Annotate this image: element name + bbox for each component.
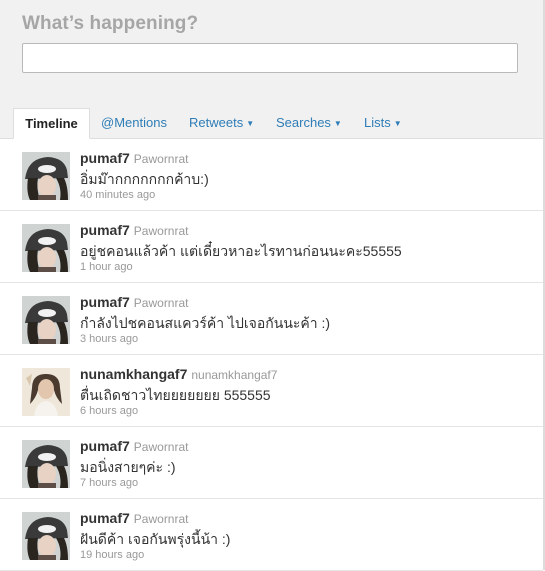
tweet-item: nunamkhangaf7 nunamkhangaf7 ตื่นเถิดชาวไท… <box>0 355 543 427</box>
tweet-text: ฝันดีค้า เจอกันพรุ่งนี้น้า :) <box>80 531 231 547</box>
tweet-full-name: Pawornrat <box>133 440 189 454</box>
tab-label: Lists <box>364 115 391 130</box>
tweet-screen-name[interactable]: pumaf7 Pawornrat <box>80 150 189 166</box>
tweet-screen-name[interactable]: pumaf7 Pawornrat <box>80 510 189 526</box>
screen-name-text: pumaf7 <box>80 222 130 238</box>
tweet-screen-name[interactable]: pumaf7 Pawornrat <box>80 222 189 238</box>
tweet-timestamp[interactable]: 6 hours ago <box>80 405 138 417</box>
screen-name-text: pumaf7 <box>80 150 130 166</box>
caret-down-icon: ▼ <box>246 119 255 128</box>
tweet-full-name: Pawornrat <box>133 152 189 166</box>
tab-label: @Mentions <box>101 115 167 130</box>
tweet-screen-name[interactable]: pumaf7 Pawornrat <box>80 294 189 310</box>
tab-searches[interactable]: Searches ▼ <box>276 108 342 138</box>
tab-label: Retweets <box>189 115 244 130</box>
tab-mentions[interactable]: @Mentions <box>101 108 167 138</box>
compose-heading: What’s happening? <box>22 13 199 34</box>
tab-label: Searches <box>276 115 331 130</box>
tweet-item: pumaf7 Pawornrat มอนิ่งสายๆค่ะ :) 7 hours… <box>0 427 543 499</box>
tab-timeline[interactable]: Timeline <box>13 108 90 139</box>
avatar[interactable] <box>22 296 70 344</box>
screen-name-text: nunamkhangaf7 <box>80 366 188 382</box>
tweet-item: pumaf7 Pawornrat อยู่ชคอนแล้วค้า แต่เดี๋ย… <box>0 211 543 283</box>
screen-name-text: pumaf7 <box>80 294 130 310</box>
avatar[interactable] <box>22 368 70 416</box>
tweet-timestamp[interactable]: 1 hour ago <box>80 261 133 273</box>
tweet-full-name: Pawornrat <box>133 224 189 238</box>
tweet-timestamp[interactable]: 7 hours ago <box>80 477 138 489</box>
tweet-timestamp[interactable]: 40 minutes ago <box>80 189 155 201</box>
tab-retweets[interactable]: Retweets ▼ <box>189 108 254 138</box>
screen-name-text: pumaf7 <box>80 510 130 526</box>
tweet-full-name: nunamkhangaf7 <box>191 368 278 382</box>
avatar[interactable] <box>22 440 70 488</box>
tweet-timestamp[interactable]: 19 hours ago <box>80 549 144 561</box>
caret-down-icon: ▼ <box>393 119 402 128</box>
avatar[interactable] <box>22 512 70 560</box>
tweet-text: กำลังไปชคอนสแควร์ค้า ไปเจอกันนะค้า :) <box>80 315 331 331</box>
tab-label: Timeline <box>25 116 78 131</box>
tweet-full-name: Pawornrat <box>133 512 189 526</box>
tweet-full-name: Pawornrat <box>133 296 189 310</box>
tweet-item: pumaf7 Pawornrat กำลังไปชคอนสแควร์ค้า ไปเ… <box>0 283 543 355</box>
tweet-item: pumaf7 Pawornrat ฝันดีค้า เจอกันพรุ่งนี้น… <box>0 499 543 571</box>
screen-name-text: pumaf7 <box>80 438 130 454</box>
tweet-text: มอนิ่งสายๆค่ะ :) <box>80 459 176 475</box>
tweet-screen-name[interactable]: nunamkhangaf7 nunamkhangaf7 <box>80 366 277 382</box>
avatar[interactable] <box>22 152 70 200</box>
twitter-home-page: What’s happening? Timeline @Mentions Ret… <box>0 0 545 571</box>
status-input[interactable] <box>22 43 518 73</box>
avatar[interactable] <box>22 224 70 272</box>
timeline-tabs: Timeline @Mentions Retweets ▼ Searches ▼ L… <box>0 108 543 139</box>
compose-area: What’s happening? <box>0 0 543 108</box>
tab-lists[interactable]: Lists ▼ <box>364 108 402 138</box>
caret-down-icon: ▼ <box>333 119 342 128</box>
tweet-item: pumaf7 Pawornrat อิ่มม๊ากกกกกกกค้าบ:) 40 … <box>0 139 543 211</box>
tweet-screen-name[interactable]: pumaf7 Pawornrat <box>80 438 189 454</box>
tweet-text: ตื่นเถิดชาวไทยยยยยยย 555555 <box>80 387 271 403</box>
tweet-text: อิ่มม๊ากกกกกกกค้าบ:) <box>80 171 209 187</box>
tweet-text: อยู่ชคอนแล้วค้า แต่เดี๋ยวหาอะไรทานก่อนนะ… <box>80 243 402 259</box>
tweet-timestamp[interactable]: 3 hours ago <box>80 333 138 345</box>
